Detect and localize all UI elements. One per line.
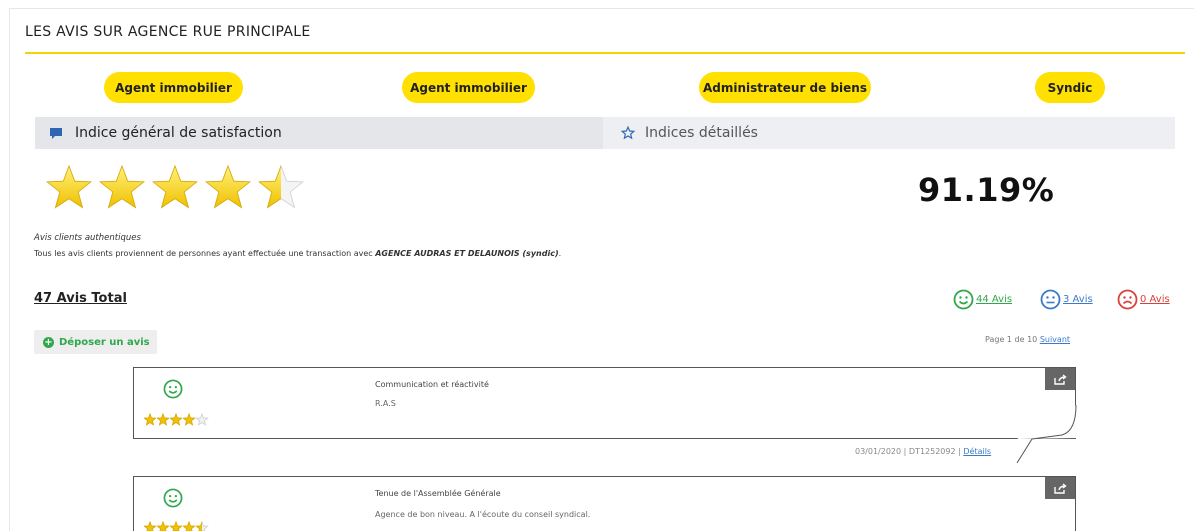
star-filled-icon [46, 165, 92, 209]
star-filled-icon [152, 165, 198, 209]
review-stars [144, 413, 214, 427]
negative-count: 0 Avis [1140, 294, 1170, 305]
neutral-face-icon [1040, 289, 1061, 310]
star-rating-icon [46, 165, 304, 209]
page-title: LES AVIS SUR AGENCE RUE PRINCIPALE [25, 24, 311, 40]
authentic-text-end: . [558, 249, 562, 258]
review-date: 03/01/2020 [855, 447, 902, 456]
review-ref: DT1252092 [908, 447, 956, 456]
satisfaction-percent: 91.19% [918, 171, 1055, 209]
category-pill-agent-1[interactable]: Agent immobilier [104, 72, 243, 103]
small-star-rating-icon [144, 521, 209, 531]
rating-stars [46, 165, 313, 213]
category-pill-agent-2[interactable]: Agent immobilier [402, 72, 535, 103]
neutral-count-link[interactable]: 3 Avis [1040, 289, 1093, 310]
review-stars [144, 521, 214, 531]
review-body: R.A.S [375, 399, 396, 408]
authentic-text-body: Tous les avis clients proviennent de per… [34, 249, 376, 258]
review-title: Communication et réactivité [375, 380, 489, 389]
positive-count-link[interactable]: 44 Avis [953, 289, 1012, 310]
share-button[interactable] [1045, 368, 1075, 390]
review-meta: 03/01/2020 | DT1252092 | Détails [855, 447, 992, 456]
tab-detailed-indices[interactable]: Indices détaillés [621, 117, 758, 149]
tabs-bar: Indice général de satisfaction Indices d… [35, 117, 1175, 149]
star-filled-icon [183, 521, 195, 531]
total-reviews-link[interactable]: 47 Avis Total [34, 291, 127, 306]
speech-bubble-icon [49, 127, 63, 140]
star-outline-icon [621, 126, 635, 140]
star-filled-icon [157, 521, 169, 531]
pager-next-link[interactable]: Suivant [1040, 335, 1070, 344]
negative-count-link[interactable]: 0 Avis [1117, 289, 1170, 310]
happy-face-icon [163, 488, 183, 512]
share-icon [1053, 373, 1067, 385]
plus-circle-icon: + [43, 336, 54, 348]
deposit-review-button[interactable]: + Déposer un avis [34, 330, 157, 354]
happy-face-icon [163, 379, 183, 403]
star-filled-icon [99, 165, 145, 209]
star-filled-icon [144, 521, 156, 531]
positive-count: 44 Avis [976, 294, 1013, 305]
title-divider [25, 52, 1185, 54]
pager-text: Page 1 de 10 [985, 335, 1038, 344]
share-button[interactable] [1045, 477, 1075, 499]
pagination: Page 1 de 10 Suivant [985, 335, 1070, 344]
deposit-label: Déposer un avis [59, 336, 150, 348]
star-filled-icon [157, 413, 169, 426]
speech-tail [1016, 405, 1077, 464]
review-body: Agence de bon niveau. A l'écoute du cons… [375, 510, 591, 519]
review-details-link[interactable]: Détails [963, 447, 991, 456]
review-title: Tenue de l'Assemblée Générale [375, 489, 501, 498]
review-card: Tenue de l'Assemblée Générale Agence de … [133, 476, 1076, 531]
star-filled-icon [205, 165, 251, 209]
tab-general-satisfaction[interactable]: Indice général de satisfaction [35, 117, 603, 149]
review-card: Communication et réactivité R.A.S [133, 367, 1076, 439]
star-filled-icon [144, 413, 156, 426]
authentic-company: AGENCE AUDRAS ET DELAUNOIS (syndic) [375, 249, 559, 258]
star-filled-icon [170, 413, 182, 426]
star-filled-icon [170, 521, 182, 531]
category-pill-administrator[interactable]: Administrateur de biens [699, 72, 871, 103]
authentic-title: Avis clients authentiques [34, 233, 141, 243]
small-star-rating-icon [144, 413, 209, 426]
star-empty-icon [195, 413, 209, 426]
happy-face-icon [953, 289, 974, 310]
tab-detailed-label: Indices détaillés [645, 125, 758, 141]
star-filled-icon [183, 413, 195, 426]
tab-general-label: Indice général de satisfaction [75, 125, 282, 141]
category-pill-syndic[interactable]: Syndic [1035, 72, 1105, 103]
sad-face-icon [1117, 289, 1138, 310]
neutral-count: 3 Avis [1063, 294, 1093, 305]
authentic-text: Tous les avis clients proviennent de per… [34, 249, 561, 258]
share-icon [1053, 482, 1067, 494]
